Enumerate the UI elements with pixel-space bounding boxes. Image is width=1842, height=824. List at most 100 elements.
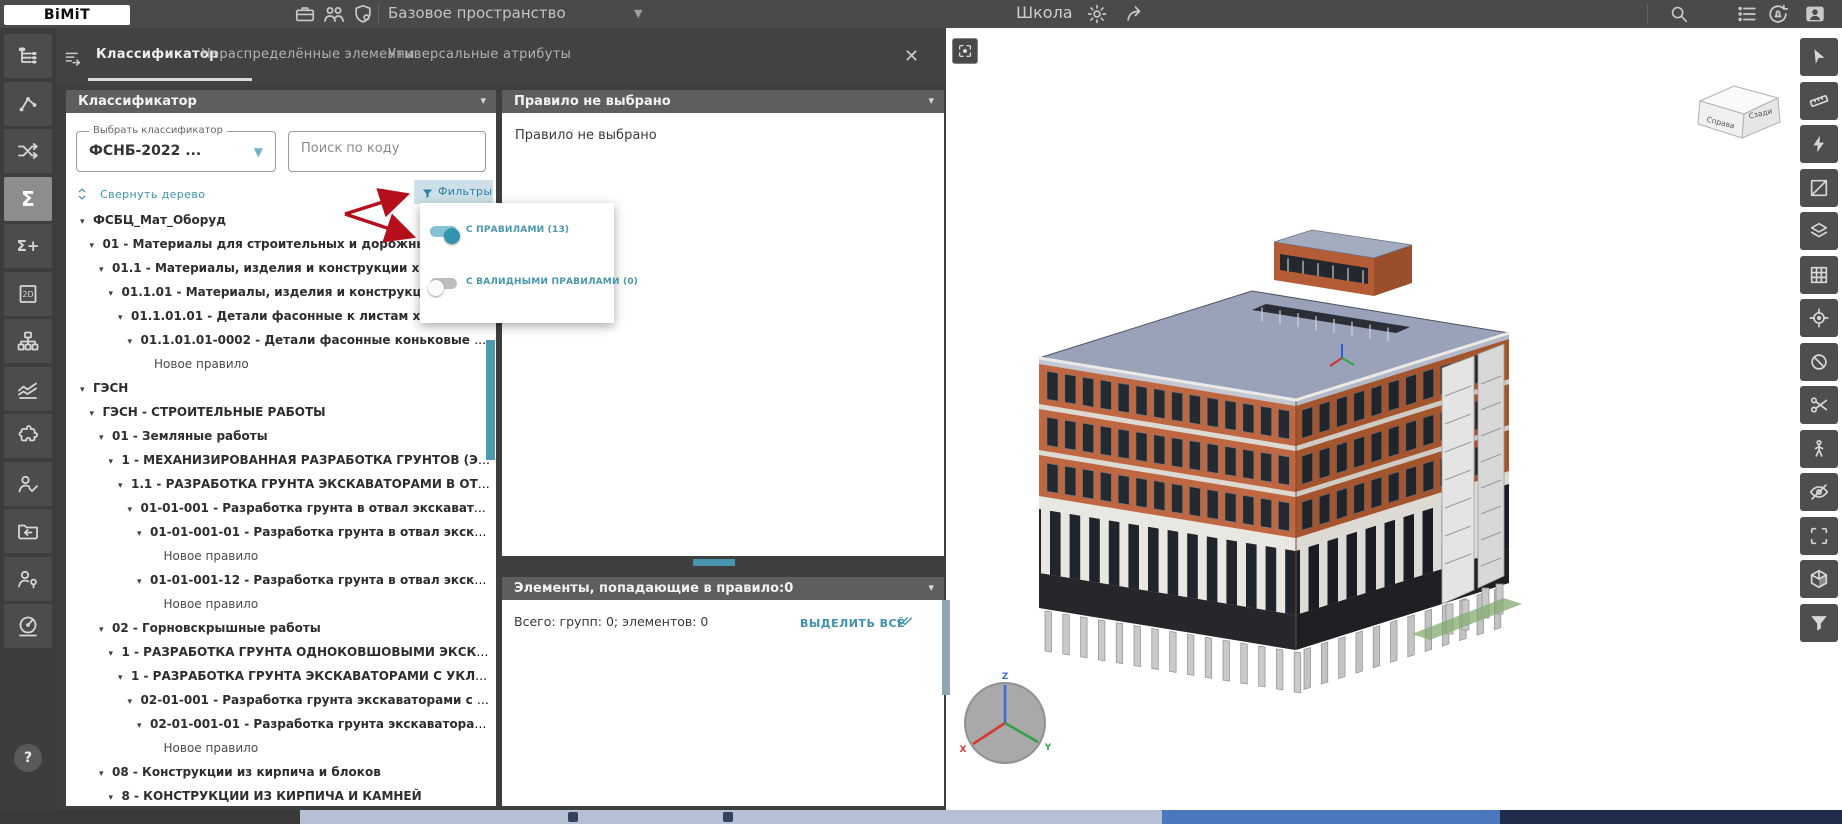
elements-panel-scrollbar[interactable] (942, 600, 950, 695)
viewport-3d[interactable]: Справа Сзади Z X Y (944, 28, 1842, 810)
user-check-tool-button[interactable] (4, 462, 52, 506)
tree-caret-icon[interactable]: ▾ (99, 426, 112, 448)
tree-caret-icon[interactable]: ▾ (80, 210, 93, 232)
tree-node[interactable]: ▾08 - Конструкции из кирпича и блоков (66, 760, 490, 784)
tree-scrollbar[interactable] (486, 340, 495, 460)
bimit-logo[interactable]: BiMiT (4, 5, 130, 25)
user-location-tool-button[interactable] (4, 557, 52, 601)
classifier-select[interactable]: Выбрать классификатор ФСНБ-2022 ... ▼ (76, 131, 276, 172)
tree-item-new-rule[interactable]: Новое правило (66, 352, 490, 376)
viewport-capture-button[interactable] (952, 38, 978, 64)
tree-caret-icon[interactable]: ▾ (109, 642, 122, 664)
help-button[interactable]: ? (14, 744, 42, 772)
tree-caret-icon[interactable]: ▾ (109, 450, 122, 472)
shuffle-tool-button[interactable] (4, 129, 52, 173)
tree-item-new-rule[interactable]: Новое правило (66, 736, 490, 760)
layers-tool-button[interactable] (1800, 212, 1838, 250)
tree-caret-icon[interactable]: ▾ (99, 618, 112, 640)
folder-import-tool-button[interactable] (4, 509, 52, 553)
sheet-2d-tool-button[interactable]: 2D (4, 272, 52, 316)
workspace-caret-icon[interactable]: ▼ (634, 7, 642, 20)
workspace-select[interactable]: Базовое пространство (388, 4, 566, 22)
tree-caret-icon[interactable]: ▾ (80, 378, 93, 400)
circle-off-tool-button[interactable] (1800, 343, 1838, 381)
tree-node[interactable]: ▾ГЭСН (66, 376, 490, 400)
rule-panel-header[interactable]: Правило не выбрано ▾ (502, 90, 944, 113)
tree-node[interactable]: ▾ГЭСН - СТРОИТЕЛЬНЫЕ РАБОТЫ (66, 400, 490, 424)
share-icon[interactable] (1124, 3, 1146, 25)
list-menu-icon[interactable] (1736, 3, 1758, 25)
shaded-cube-tool-button[interactable] (1800, 560, 1838, 598)
settings-gear-icon[interactable] (1086, 3, 1108, 25)
tree-caret-icon[interactable]: ▾ (137, 714, 150, 736)
tree-caret-icon[interactable]: ▾ (128, 498, 141, 520)
close-icon[interactable]: ✕ (904, 46, 919, 67)
tree-node[interactable]: ▾1.1 - РАЗРАБОТКА ГРУНТА ЭКСКАВАТОРАМИ В… (66, 472, 490, 496)
focus-target-tool-button[interactable] (1800, 299, 1838, 337)
tree-caret-icon[interactable]: ▾ (118, 474, 131, 496)
tree-node[interactable]: ▾01.1.01.01-0002 - Детали фасонные коньк… (66, 328, 490, 352)
double-check-icon[interactable] (896, 611, 914, 629)
tree-node[interactable]: ▾01 - Земляные работы (66, 424, 490, 448)
tree-node[interactable]: ▾8 - КОНСТРУКЦИИ ИЗ КИРПИЧА И КАМНЕЙ (66, 784, 490, 806)
structure-tree-tool-button[interactable] (4, 34, 52, 78)
tree-caret-icon[interactable]: ▾ (90, 234, 103, 256)
grid-table-tool-button[interactable] (1800, 256, 1838, 294)
tree-node[interactable]: ▾02-01-001-01 - Разработка грунта экскав… (66, 712, 490, 736)
tree-caret-icon[interactable]: ▾ (118, 666, 131, 688)
hide-eye-tool-button[interactable] (1800, 473, 1838, 511)
tree-caret-icon[interactable]: ▾ (109, 786, 122, 806)
briefcase-icon[interactable] (294, 3, 316, 25)
navigation-cube[interactable]: Справа Сзади (1692, 74, 1786, 148)
tree-caret-icon[interactable]: ▾ (128, 690, 141, 712)
notifications-icon[interactable] (1766, 2, 1790, 26)
gauge-tool-button[interactable] (4, 604, 52, 648)
select-all-link[interactable]: ВЫДЕЛИТЬ ВСЁ (800, 617, 905, 630)
axis-gizmo[interactable]: Z X Y (948, 666, 1063, 781)
trend-lines-tool-button[interactable] (4, 367, 52, 411)
org-chart-tool-button[interactable] (4, 319, 52, 363)
select-region-tool-button[interactable] (1800, 517, 1838, 555)
search-icon[interactable] (1668, 3, 1690, 25)
select-cursor-tool-button[interactable] (1800, 38, 1838, 76)
tree-node[interactable]: ▾1 - РАЗРАБОТКА ГРУНТА ЭКСКАВАТОРАМИ С У… (66, 664, 490, 688)
flash-tool-button[interactable] (1800, 125, 1838, 163)
tree-caret-icon[interactable]: ▾ (137, 522, 150, 544)
tree-node[interactable]: ▾02-01-001 - Разработка грунта экскавато… (66, 688, 490, 712)
tree-node[interactable]: ▾02 - Горновскрышные работы (66, 616, 490, 640)
isolate-filter-tool-button[interactable] (1800, 604, 1838, 642)
shield-account-icon[interactable] (352, 3, 374, 25)
tree-caret-icon[interactable]: ▾ (118, 306, 131, 328)
tree-node[interactable]: ▾01-01-001 - Разработка грунта в отвал э… (66, 496, 490, 520)
tree-node[interactable]: ▾01-01-001-12 - Разработка грунта в отва… (66, 568, 490, 592)
sum-tool-button[interactable]: Σ (4, 177, 52, 221)
tree-caret-icon[interactable]: ▾ (137, 570, 150, 592)
code-search-input[interactable] (301, 141, 471, 156)
team-icon[interactable] (322, 2, 346, 26)
sum-plus-tool-button[interactable]: Σ+ (4, 224, 52, 268)
connections-tool-button[interactable] (4, 82, 52, 126)
section-plane-tool-button[interactable] (1800, 169, 1838, 207)
filters-button[interactable]: Фильтры (414, 180, 493, 204)
classifier-panel-header[interactable]: Классификатор ▾ (66, 90, 496, 113)
tree-item-new-rule[interactable]: Новое правило (66, 592, 490, 616)
tree-caret-icon[interactable]: ▾ (90, 402, 103, 424)
section-cut-tool-button[interactable] (1800, 386, 1838, 424)
tree-node[interactable]: ▾1 - МЕХАНИЗИРОВАННАЯ РАЗРАБОТКА ГРУНТОВ… (66, 448, 490, 472)
account-icon[interactable] (1802, 3, 1828, 25)
tree-caret-icon[interactable]: ▾ (99, 762, 112, 784)
elements-panel-header[interactable]: Элементы, попадающие в правило:0 ▾ (502, 577, 944, 600)
tab-universal-attributes[interactable]: Универсальные атрибуты (388, 47, 571, 62)
tab-unallocated-elements[interactable]: Нераспределённые элементы (201, 47, 415, 62)
tree-caret-icon[interactable]: ▾ (99, 258, 112, 280)
tree-node[interactable]: ▾01-01-001-01 - Разработка грунта в отва… (66, 520, 490, 544)
tree-caret-icon[interactable]: ▾ (128, 330, 141, 352)
collapse-panel-icon[interactable] (63, 48, 83, 68)
plugin-puzzle-tool-button[interactable] (4, 414, 52, 458)
walk-mode-tool-button[interactable] (1800, 430, 1838, 468)
tree-caret-icon[interactable]: ▾ (109, 282, 122, 304)
rule-panel-hscrollbar[interactable] (693, 559, 735, 566)
tree-node[interactable]: ▾1 - РАЗРАБОТКА ГРУНТА ОДНОКОВШОВЫМИ ЭКС… (66, 640, 490, 664)
tree-item-new-rule[interactable]: Новое правило (66, 544, 490, 568)
measure-ruler-tool-button[interactable] (1800, 82, 1838, 120)
